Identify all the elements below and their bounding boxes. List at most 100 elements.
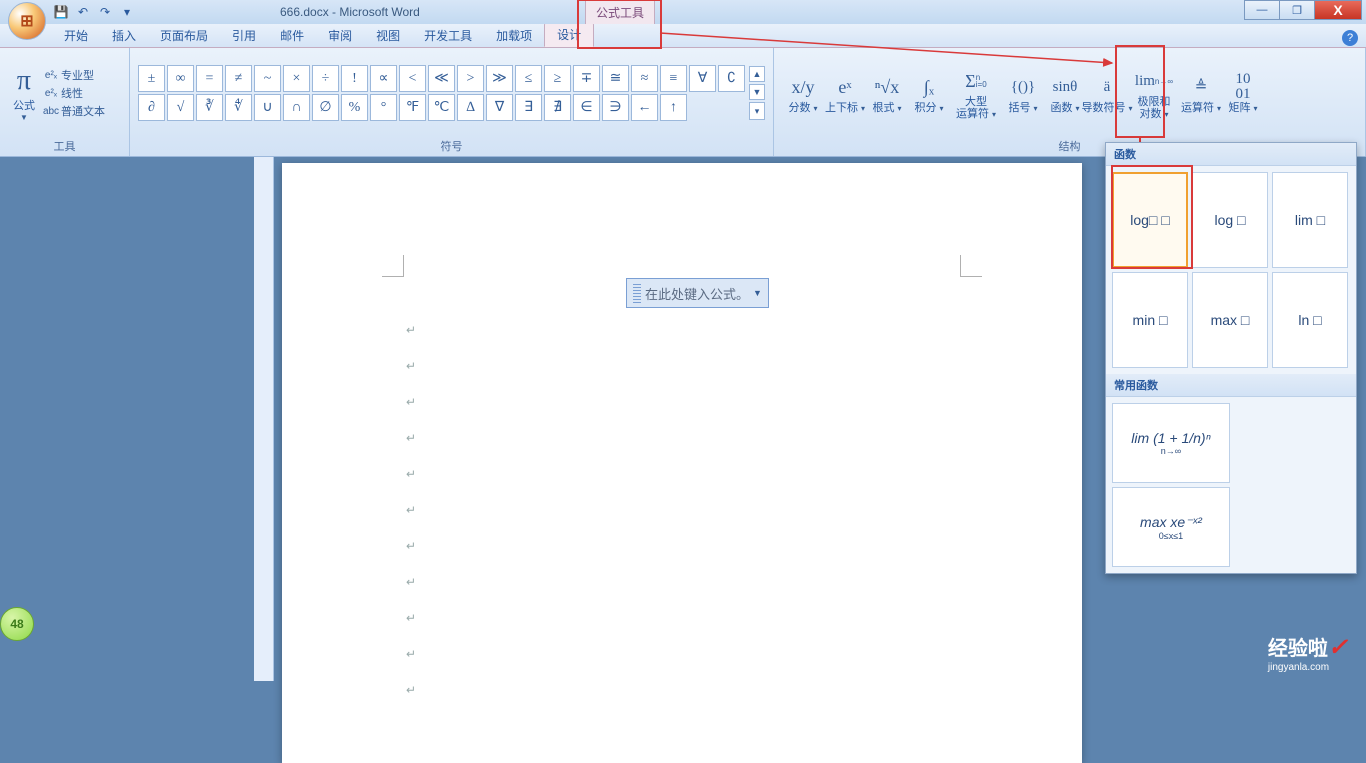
symbol-cell[interactable]: ∋ [602,94,629,121]
tab-layout[interactable]: 页面布局 [148,24,220,47]
symbol-cell[interactable]: ∃ [515,94,542,121]
symbol-cell[interactable]: ~ [254,65,281,92]
gallery-item-min[interactable]: min □ [1112,272,1188,368]
paragraph-mark: ↵ [406,395,416,409]
tab-home[interactable]: 开始 [52,24,100,47]
symbol-cell[interactable]: ≠ [225,65,252,92]
tab-insert[interactable]: 插入 [100,24,148,47]
symbol-cell[interactable]: ∀ [689,65,716,92]
symbol-cell[interactable]: ≫ [486,65,513,92]
professional-button[interactable]: e²ₓ专业型 [44,67,105,83]
symbols-up-icon[interactable]: ▲ [749,66,765,82]
qat-undo[interactable]: ↶ [74,3,92,21]
symbol-cell[interactable]: ≈ [631,65,658,92]
maximize-button[interactable]: ❐ [1279,0,1315,20]
symbol-cell[interactable]: ± [138,65,165,92]
tab-mailings[interactable]: 邮件 [268,24,316,47]
symbol-cell[interactable]: ∇ [486,94,513,121]
minimize-button[interactable]: — [1244,0,1280,20]
symbol-cell[interactable]: ∓ [573,65,600,92]
struct-矩阵[interactable]: 1001 矩阵 ▾ [1222,71,1264,115]
symbol-cell[interactable]: √ [167,94,194,121]
symbol-cell[interactable]: % [341,94,368,121]
struct-大型运算符[interactable]: Σni=0 大型运算符 ▾ [950,65,1002,120]
help-icon[interactable]: ? [1342,30,1358,46]
symbol-cell[interactable]: ↑ [660,94,687,121]
close-button[interactable]: X [1314,0,1362,20]
symbol-cell[interactable]: ≪ [428,65,455,92]
tab-design[interactable]: 设计 [544,22,594,47]
struct-函数[interactable]: sinθ 函数 ▾ [1044,71,1086,115]
plain-text-button[interactable]: abc普通文本 [44,103,105,119]
struct-icon: sinθ [1053,71,1078,103]
symbol-cell[interactable]: ℃ [428,94,455,121]
equation-placeholder[interactable]: 在此处键入公式。 ▼ [626,278,769,308]
symbol-cell[interactable]: = [196,65,223,92]
gallery-item-lim-e[interactable]: lim (1 + 1/n)ⁿ n→∞ [1112,403,1230,483]
gallery-item-log[interactable]: log □ [1192,172,1268,268]
gallery-item-log-base[interactable]: log□ □ [1112,172,1188,268]
context-tab-equation-tools[interactable]: 公式工具 [585,0,655,24]
symbol-cell[interactable]: ! [341,65,368,92]
symbol-cell[interactable]: ∝ [370,65,397,92]
struct-极限和对数[interactable]: limn→∞ 极限和对数 ▾ [1128,65,1180,120]
tab-view[interactable]: 视图 [364,24,412,47]
symbols-more-icon[interactable]: ▾ [749,102,765,120]
gallery-item-max[interactable]: max □ [1192,272,1268,368]
struct-运算符[interactable]: ≜ 运算符 ▾ [1180,71,1222,115]
symbol-cell[interactable]: ∪ [254,94,281,121]
symbol-cell[interactable]: ∂ [138,94,165,121]
symbol-cell[interactable]: ← [631,94,658,121]
paragraph-mark: ↵ [406,575,416,589]
tab-developer[interactable]: 开发工具 [412,24,484,47]
symbol-cell[interactable]: ≡ [660,65,687,92]
office-button[interactable]: ⊞ [8,2,46,40]
symbol-cell[interactable]: ∆ [457,94,484,121]
struct-上下标[interactable]: eˣ 上下标 ▾ [824,71,866,115]
struct-label: 运算符 ▾ [1181,103,1221,115]
group-label-tools: 工具 [0,138,129,156]
tab-review[interactable]: 审阅 [316,24,364,47]
equation-button[interactable]: π 公式 ▼ [8,65,40,122]
gallery-item-ln[interactable]: ln □ [1272,272,1348,368]
struct-括号[interactable]: {()} 括号 ▾ [1002,71,1044,115]
symbol-cell[interactable]: < [399,65,426,92]
struct-label: 大型运算符 ▾ [956,97,996,120]
tab-references[interactable]: 引用 [220,24,268,47]
symbol-cell[interactable]: ∅ [312,94,339,121]
struct-分数[interactable]: x/y 分数 ▾ [782,71,824,115]
qat-more-icon[interactable]: ▾ [118,3,136,21]
ime-badge[interactable]: 48 [0,607,34,641]
symbol-cell[interactable]: ∄ [544,94,571,121]
linear-button[interactable]: e²ₓ线性 [44,85,105,101]
page[interactable]: 在此处键入公式。 ▼ ↵↵↵↵↵↵↵↵↵↵↵ [282,163,1082,763]
symbol-cell[interactable]: ∛ [196,94,223,121]
qat-redo[interactable]: ↷ [96,3,114,21]
symbol-cell[interactable]: × [283,65,310,92]
symbol-cell[interactable]: ∩ [283,94,310,121]
window-title: 666.docx - Microsoft Word [280,5,420,19]
symbol-cell[interactable]: ° [370,94,397,121]
symbol-cell[interactable]: ≥ [544,65,571,92]
symbol-cell[interactable]: > [457,65,484,92]
qat-save[interactable]: 💾 [52,3,70,21]
equation-dropdown-icon[interactable]: ▼ [753,288,762,298]
paragraph-mark: ↵ [406,647,416,661]
equation-handle-icon[interactable] [633,283,641,303]
symbol-cell[interactable]: ∁ [718,65,745,92]
symbol-cell[interactable]: ≅ [602,65,629,92]
tab-addins[interactable]: 加载项 [484,24,544,47]
struct-导数符号[interactable]: ä 导数符号 ▾ [1086,71,1128,115]
symbol-cell[interactable]: ∞ [167,65,194,92]
gallery-item-lim[interactable]: lim □ [1272,172,1348,268]
symbols-down-icon[interactable]: ▼ [749,84,765,100]
struct-积分[interactable]: ∫ₓ 积分 ▾ [908,71,950,115]
struct-根式[interactable]: ⁿ√x 根式 ▾ [866,71,908,115]
paragraph-mark: ↵ [406,431,416,445]
symbol-cell[interactable]: ∈ [573,94,600,121]
symbol-cell[interactable]: ℉ [399,94,426,121]
symbol-cell[interactable]: ÷ [312,65,339,92]
gallery-item-max-xe[interactable]: max xe⁻ˣ² 0≤x≤1 [1112,487,1230,567]
symbol-cell[interactable]: ∜ [225,94,252,121]
symbol-cell[interactable]: ≤ [515,65,542,92]
